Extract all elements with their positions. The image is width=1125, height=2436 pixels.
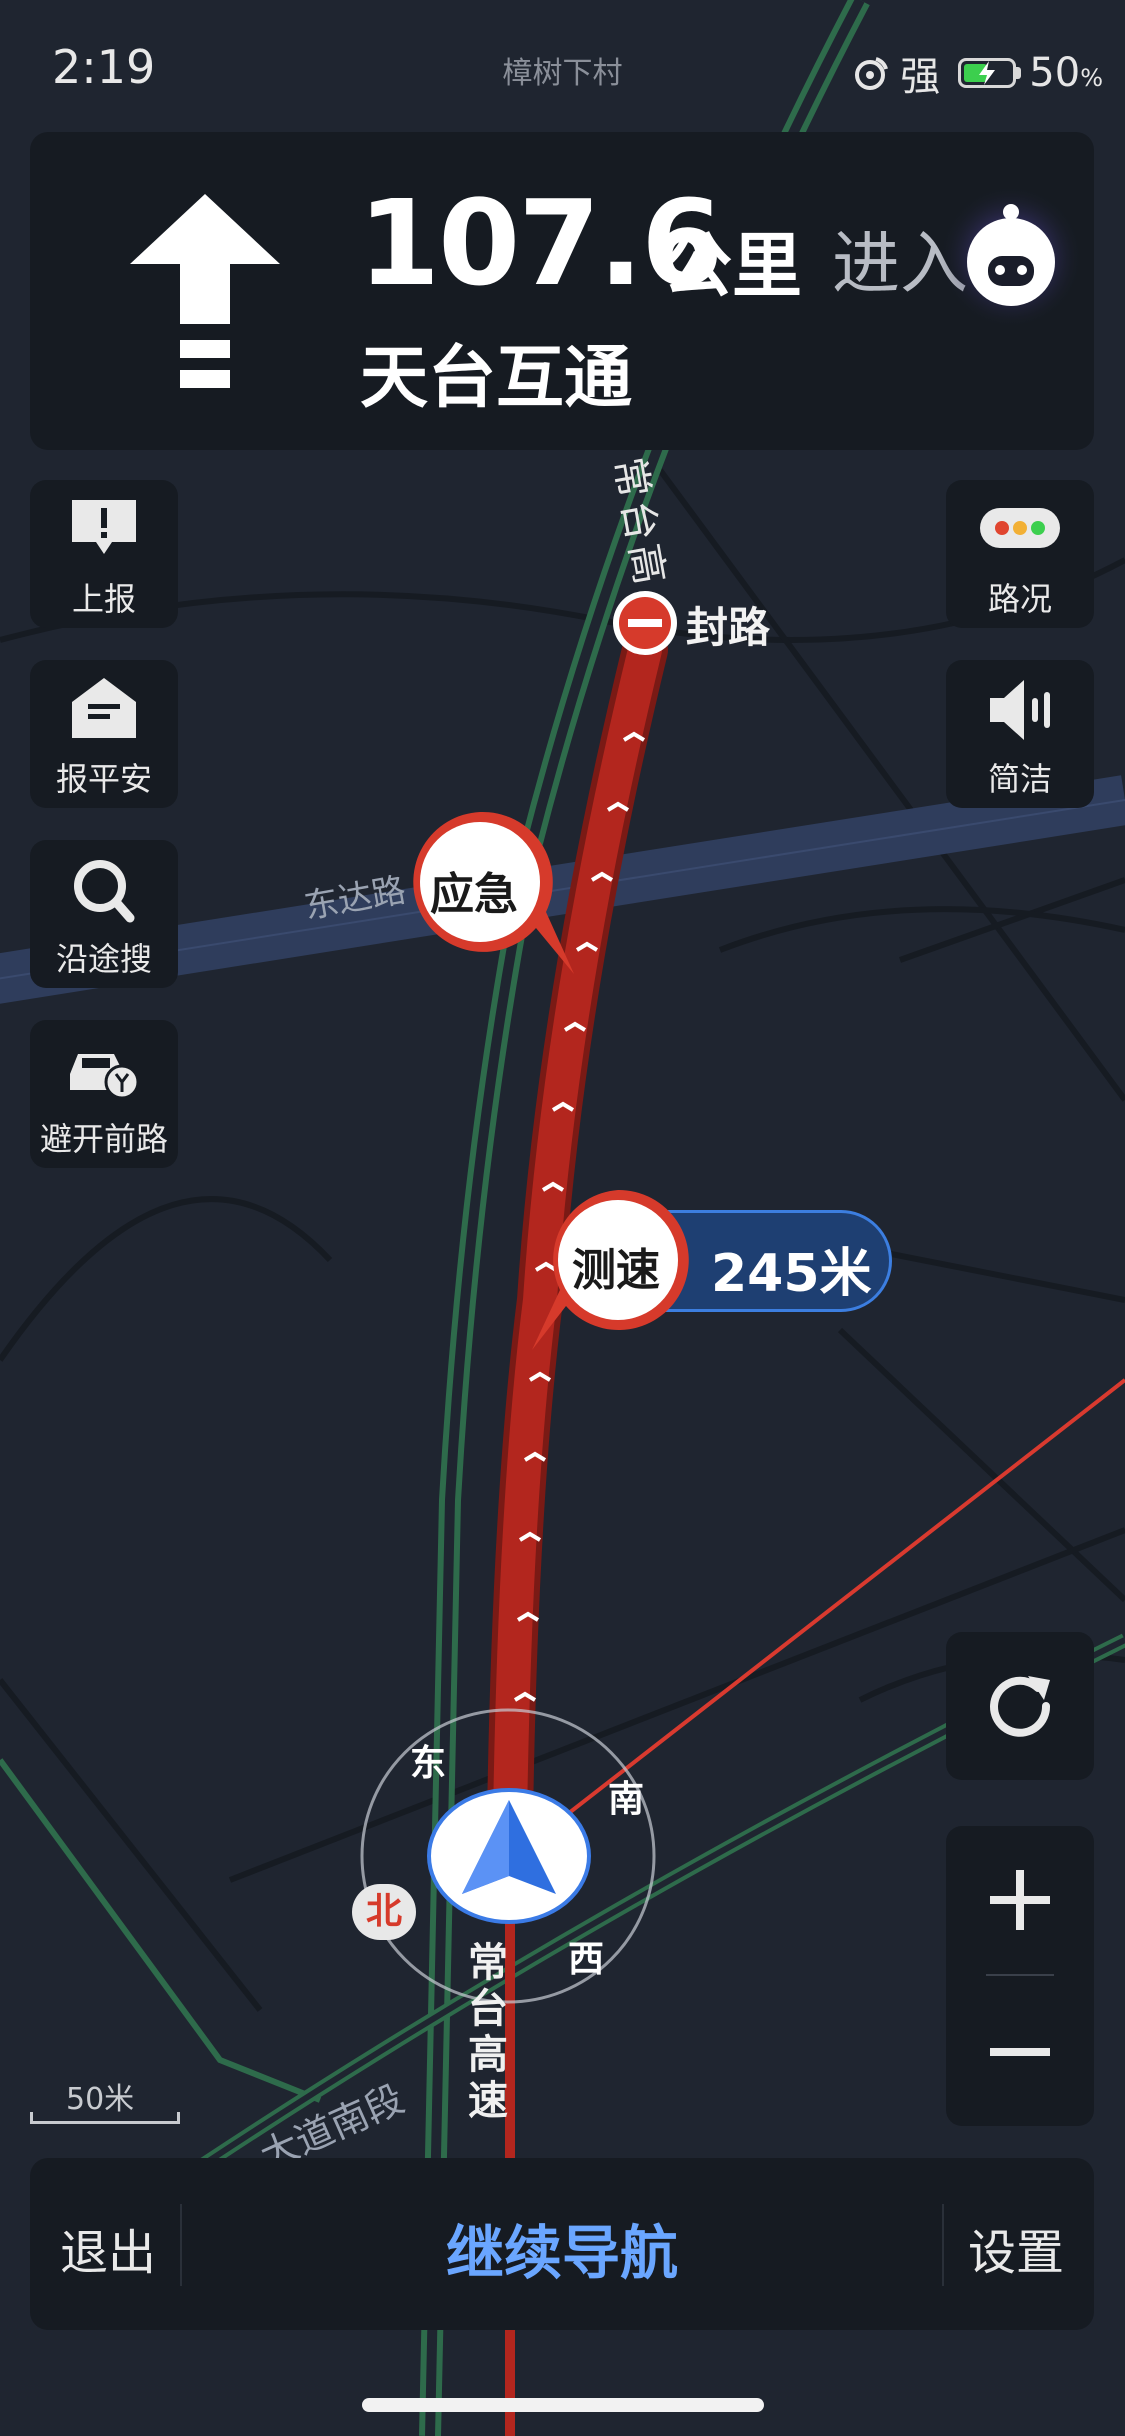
- compass-south: 南: [608, 1779, 645, 1820]
- compass-east: 东: [410, 1743, 447, 1784]
- report-button[interactable]: 上报: [30, 480, 178, 628]
- minus-icon: [990, 2048, 1050, 2056]
- zoom-out-button[interactable]: [946, 1976, 1094, 2126]
- plus-icon: [990, 1870, 1050, 1930]
- road-label-bottom: 常台高速: [468, 1940, 508, 2124]
- voice-assistant-icon[interactable]: [936, 182, 1086, 332]
- compass-west: 西: [568, 1939, 605, 1980]
- guidance-panel[interactable]: 107.6 公里 进入 天台互通: [30, 132, 1094, 450]
- report-label: 上报: [71, 580, 136, 618]
- speaker-icon: [990, 680, 1050, 740]
- report-icon: [72, 500, 136, 554]
- road-closed-icon[interactable]: [610, 588, 680, 658]
- voice-mode-button[interactable]: 简洁: [946, 660, 1094, 808]
- avoid-car-icon: [70, 1054, 140, 1100]
- safe-report-button[interactable]: 报平安: [30, 660, 178, 808]
- guidance-unit: 公里: [662, 225, 802, 307]
- straight-arrow-icon: [130, 194, 280, 388]
- safe-report-label: 报平安: [55, 760, 152, 798]
- home-indicator[interactable]: [362, 2398, 764, 2412]
- continue-navigation-button[interactable]: 继续导航: [30, 2206, 1094, 2290]
- status-indicators: 强 50%: [852, 44, 1103, 102]
- car-position-icon: [427, 1788, 591, 1924]
- compass-north[interactable]: 北: [352, 1884, 416, 1940]
- avoid-road-label: 避开前路: [39, 1120, 168, 1158]
- zoom-in-button[interactable]: [946, 1826, 1094, 1974]
- refresh-icon: [990, 1676, 1051, 1737]
- speed-camera-label: 测速: [572, 1245, 660, 1296]
- battery-icon: [958, 58, 1022, 88]
- emergency-label: 应急: [430, 869, 518, 920]
- divider: [942, 2204, 944, 2286]
- road-closed-label: 封路: [686, 603, 771, 652]
- map-scale-bar: [30, 2112, 180, 2124]
- traffic-light-icon: [980, 508, 1060, 548]
- signal-strength: 强: [900, 54, 941, 100]
- settings-button[interactable]: 设置: [968, 2213, 1064, 2283]
- voice-mode-label: 简洁: [987, 760, 1052, 798]
- search-along-route-label: 沿途搜: [55, 940, 152, 978]
- signal-icon: [855, 57, 889, 90]
- refresh-button[interactable]: [946, 1632, 1094, 1780]
- speed-camera-distance: 245米: [711, 1244, 872, 1304]
- safe-envelope-icon: [72, 678, 136, 738]
- search-along-route-button[interactable]: 沿途搜: [30, 840, 178, 988]
- search-icon: [74, 860, 135, 923]
- bottom-nav-bar: 退出 继续导航 设置: [30, 2158, 1094, 2330]
- avoid-road-button[interactable]: 避开前路: [30, 1020, 178, 1168]
- traffic-label: 路况: [987, 580, 1052, 618]
- traffic-button[interactable]: 路况: [946, 480, 1094, 628]
- zoom-controls: [946, 1826, 1094, 2126]
- guidance-road-name: 天台互通: [360, 339, 633, 418]
- battery-percent: 50%: [1029, 50, 1103, 96]
